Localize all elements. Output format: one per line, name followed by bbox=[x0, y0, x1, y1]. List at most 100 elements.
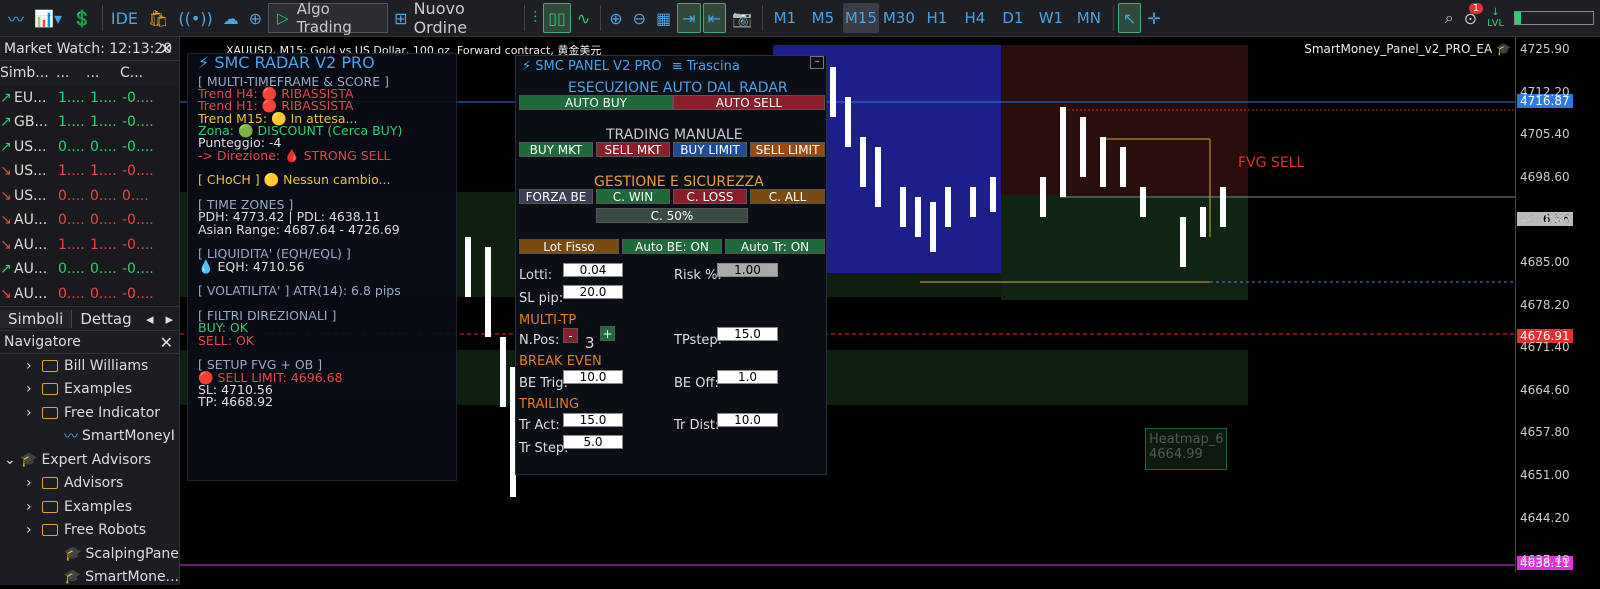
bar-chart-icon[interactable]: ⫶ bbox=[529, 3, 541, 33]
close-win-button[interactable]: C. WIN bbox=[596, 189, 670, 204]
indicators-icon[interactable]: 📊▾ bbox=[30, 3, 66, 33]
force-be-button[interactable]: FORZA BE bbox=[519, 189, 593, 204]
navigator-item[interactable]: 〰SmartMoneyI bbox=[0, 425, 179, 449]
close-icon[interactable]: ✕ bbox=[160, 39, 173, 58]
tab-simboli[interactable]: Simboli bbox=[0, 310, 71, 328]
zoom-out-icon[interactable]: ⊖ bbox=[629, 3, 650, 33]
chevron-right-icon[interactable]: › bbox=[26, 381, 42, 397]
lvl-icon[interactable]: ↓LVL bbox=[1483, 3, 1508, 33]
chevron-right-icon[interactable]: › bbox=[26, 405, 42, 421]
navigator-item[interactable]: 🎓ScalpingPane bbox=[0, 542, 179, 566]
npos-plus-button[interactable]: + bbox=[600, 326, 615, 341]
navigator-item[interactable]: ›Free Robots bbox=[0, 519, 179, 543]
close-all-button[interactable]: C. ALL bbox=[750, 189, 825, 204]
close-50-button[interactable]: C. 50% bbox=[596, 208, 748, 223]
be-off-input[interactable]: 1.0 bbox=[717, 370, 778, 384]
auto-be-button[interactable]: Auto BE: ON bbox=[622, 239, 722, 254]
navigator-item[interactable]: ›Advisors bbox=[0, 472, 179, 496]
navigator-item[interactable]: ›Free Indicator bbox=[0, 401, 179, 425]
tr-dist-input[interactable]: 10.0 bbox=[717, 413, 778, 427]
navigator-item[interactable]: ›Examples bbox=[0, 378, 179, 402]
chevron-right-icon[interactable]: › bbox=[26, 522, 42, 538]
market-watch-row[interactable]: ↘AU...0....0....-0.... bbox=[0, 208, 179, 233]
grid-icon[interactable]: ▦ bbox=[652, 3, 675, 33]
be-trig-input[interactable]: 10.0 bbox=[563, 370, 623, 384]
panel-title[interactable]: ⚡ SMC PANEL V2 PRO ≡ Trascina bbox=[522, 59, 740, 74]
tf-mn[interactable]: MN bbox=[1071, 3, 1107, 33]
market-watch-row[interactable]: ↘US...0....0....0.... bbox=[0, 184, 179, 209]
npos-minus-button[interactable]: - bbox=[563, 328, 578, 343]
tab-dettagli[interactable]: Dettag bbox=[71, 310, 139, 328]
buy-limit-button[interactable]: BUY LIMIT bbox=[673, 142, 747, 157]
line-chart-icon[interactable]: 〰 bbox=[4, 3, 28, 33]
zoom-in-icon[interactable]: ⊕ bbox=[605, 3, 626, 33]
autoscroll-icon[interactable]: ⇥ bbox=[677, 3, 700, 33]
buy-market-button[interactable]: BUY MKT bbox=[519, 142, 593, 157]
close-icon[interactable]: ✕ bbox=[160, 333, 173, 352]
market-icon[interactable]: 🛍 bbox=[144, 3, 172, 33]
market-watch-row[interactable]: ↘US...1....1....-0.... bbox=[0, 159, 179, 184]
chevron-right-icon[interactable]: › bbox=[26, 499, 42, 515]
account-bar[interactable] bbox=[1510, 3, 1598, 33]
chevron-down-icon[interactable]: ⌄ bbox=[4, 452, 20, 468]
tf-m30[interactable]: M30 bbox=[881, 3, 917, 33]
candle-chart-icon[interactable]: ▯▯ bbox=[543, 3, 571, 33]
col-symbol[interactable]: Simb... bbox=[0, 65, 56, 81]
tr-step-input[interactable]: 5.0 bbox=[563, 435, 623, 449]
market-watch-row[interactable]: ↘AU...0....0....-0.... bbox=[0, 282, 179, 307]
auto-sell-button[interactable]: AUTO SELL bbox=[673, 95, 825, 110]
market-watch-row[interactable]: ↗EU...1....1....-0.... bbox=[0, 86, 179, 111]
tab-right-icon[interactable]: ▸ bbox=[159, 310, 179, 328]
col-bid[interactable]: ... bbox=[56, 65, 86, 81]
market-watch-row[interactable]: ↘AU...1....1....-0.... bbox=[0, 233, 179, 258]
tf-d1[interactable]: D1 bbox=[995, 3, 1031, 33]
market-watch-row[interactable]: ↗AU...0....0....-0.... bbox=[0, 257, 179, 282]
sl-input[interactable]: 20.0 bbox=[563, 285, 623, 299]
navigator-item[interactable]: ›Examples bbox=[0, 495, 179, 519]
sell-market-button[interactable]: SELL MKT bbox=[596, 142, 670, 157]
vps-icon[interactable]: ⊕ bbox=[245, 3, 266, 33]
navigator-item[interactable]: 🎓SmartMone... bbox=[0, 566, 179, 589]
time-axis[interactable] bbox=[180, 572, 1600, 585]
lot-fisso-button[interactable]: Lot Fisso bbox=[519, 239, 619, 254]
close-loss-button[interactable]: C. LOSS bbox=[673, 189, 747, 204]
price-axis[interactable]: 4716.87 4696.56 4676.91 4638.11 4725.904… bbox=[1515, 37, 1600, 572]
tf-w1[interactable]: W1 bbox=[1033, 3, 1069, 33]
screenshot-icon[interactable]: 📷 bbox=[728, 3, 756, 33]
cursor-icon[interactable]: ↖ bbox=[1118, 3, 1141, 33]
tab-left-icon[interactable]: ◂ bbox=[140, 310, 160, 328]
dollar-icon[interactable]: 💲 bbox=[68, 3, 96, 33]
tf-m5[interactable]: M5 bbox=[805, 3, 841, 33]
auto-buy-button[interactable]: AUTO BUY bbox=[519, 95, 673, 110]
chart-shift-icon[interactable]: ⇤ bbox=[703, 3, 726, 33]
chevron-right-icon[interactable]: › bbox=[26, 358, 42, 374]
tf-m15[interactable]: M15 bbox=[843, 3, 879, 33]
search-icon[interactable]: ⌕ bbox=[1441, 3, 1458, 33]
sell-limit-button[interactable]: SELL LIMIT bbox=[750, 142, 825, 157]
ide-button[interactable]: IDE bbox=[107, 3, 142, 33]
tpstep-input[interactable]: 15.0 bbox=[717, 327, 778, 341]
tr-act-input[interactable]: 15.0 bbox=[563, 413, 623, 427]
auto-trailing-button[interactable]: Auto Tr: ON bbox=[725, 239, 825, 254]
notifications-icon[interactable]: ⊙1 bbox=[1460, 3, 1481, 33]
market-watch-row[interactable]: ↗US...0....0....-0.... bbox=[0, 135, 179, 160]
tf-h1[interactable]: H1 bbox=[919, 3, 955, 33]
market-watch-row[interactable]: ↗GB...1....1....-0.... bbox=[0, 110, 179, 135]
cloud-icon[interactable]: ☁ bbox=[219, 3, 243, 33]
col-change[interactable]: C... bbox=[120, 65, 160, 81]
navigator-item[interactable]: ›Bill Williams bbox=[0, 354, 179, 378]
chevron-right-icon[interactable]: › bbox=[26, 475, 42, 491]
tf-h4[interactable]: H4 bbox=[957, 3, 993, 33]
lotti-input[interactable]: 0.04 bbox=[563, 263, 623, 277]
drag-handle[interactable]: ≡ Trascina bbox=[672, 59, 740, 74]
signals-icon[interactable]: ((•)) bbox=[174, 3, 216, 33]
tf-m1[interactable]: M1 bbox=[767, 3, 803, 33]
minimize-icon[interactable]: – bbox=[810, 56, 824, 69]
crosshair-icon[interactable]: ✛ bbox=[1143, 3, 1164, 33]
new-order-button[interactable]: ⊞Nuovo Ordine bbox=[390, 3, 518, 33]
navigator-item[interactable]: ⌄🎓Expert Advisors bbox=[0, 448, 179, 472]
risk-input[interactable]: 1.00 bbox=[717, 263, 778, 277]
line-mode-icon[interactable]: ∿ bbox=[573, 3, 594, 33]
col-ask[interactable]: ... bbox=[86, 65, 120, 81]
algo-trading-button[interactable]: ▷Algo Trading bbox=[268, 3, 388, 33]
